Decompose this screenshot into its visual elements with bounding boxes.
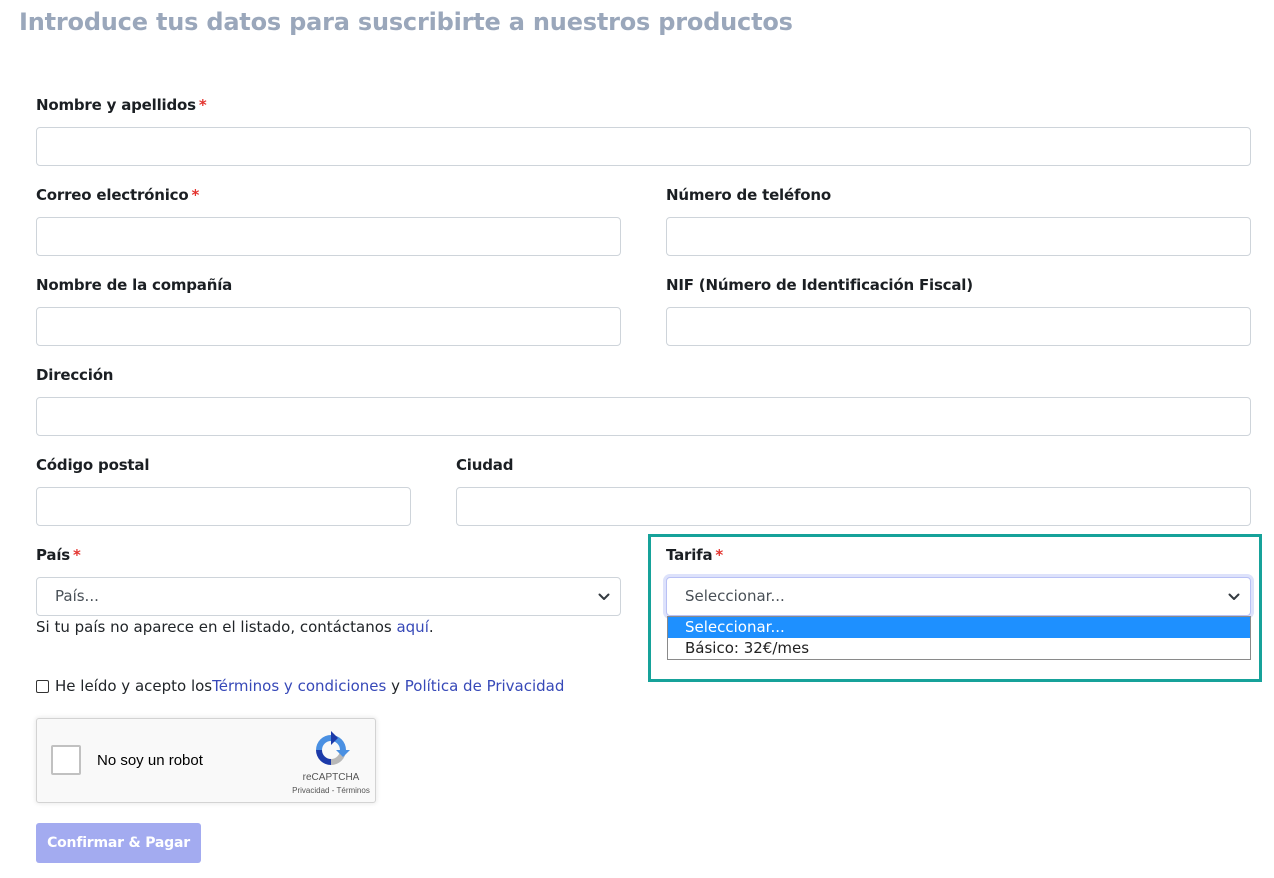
required-mark: *: [191, 186, 200, 204]
email-label-text: Correo electrónico: [36, 186, 189, 204]
terms-checkbox[interactable]: [36, 679, 49, 693]
confirm-pay-button[interactable]: Confirmar & Pagar: [36, 823, 201, 863]
terms-link[interactable]: Términos y condiciones: [212, 677, 386, 695]
required-mark: *: [198, 96, 207, 114]
required-mark: *: [72, 546, 81, 564]
plan-label-text: Tarifa: [666, 546, 713, 564]
plan-option[interactable]: Seleccionar...: [668, 617, 1250, 638]
email-label: Correo electrónico *: [36, 186, 199, 204]
recaptcha-privacy-link[interactable]: Privacidad: [292, 786, 329, 795]
chevron-down-icon: [1228, 578, 1242, 615]
plan-label: Tarifa *: [666, 546, 723, 564]
email-input[interactable]: [36, 217, 621, 256]
required-mark: *: [715, 546, 724, 564]
terms-text-before: He leído y acepto los: [55, 677, 213, 695]
country-select[interactable]: País...: [36, 577, 621, 616]
country-help-prefix: Si tu país no aparece en el listado, con…: [36, 618, 397, 636]
page-title: Introduce tus datos para suscribirte a n…: [19, 8, 793, 36]
recaptcha-label: No soy un robot: [97, 752, 203, 769]
recaptcha-brand: reCAPTCHA: [302, 772, 360, 783]
recaptcha-widget: No soy un robot reCAPTCHA Privacidad - T…: [36, 718, 376, 803]
postal-code-input[interactable]: [36, 487, 411, 526]
recaptcha-icon: [312, 731, 350, 769]
country-label-text: País: [36, 546, 70, 564]
plan-selected-value: Seleccionar...: [685, 587, 785, 605]
full-name-label-text: Nombre y apellidos: [36, 96, 196, 114]
country-label: País *: [36, 546, 81, 564]
recaptcha-checkbox[interactable]: [51, 745, 81, 775]
chevron-down-icon: [598, 578, 612, 615]
privacy-link[interactable]: Política de Privacidad: [405, 677, 565, 695]
recaptcha-legal: Privacidad - Términos: [269, 786, 393, 795]
nif-input[interactable]: [666, 307, 1251, 346]
recaptcha-terms-link[interactable]: Términos: [336, 786, 369, 795]
city-input[interactable]: [456, 487, 1251, 526]
postal-code-label: Código postal: [36, 456, 150, 474]
full-name-input[interactable]: [36, 127, 1251, 166]
city-label: Ciudad: [456, 456, 514, 474]
plan-dropdown-list: Seleccionar... Básico: 32€/mes: [667, 616, 1251, 660]
company-label: Nombre de la compañía: [36, 276, 233, 294]
country-selected-value: País...: [55, 587, 99, 605]
full-name-label: Nombre y apellidos *: [36, 96, 207, 114]
terms-row: He leído y acepto los ​Términos y condic…: [36, 677, 564, 695]
address-input[interactable]: [36, 397, 1251, 436]
country-help-text: Si tu país no aparece en el listado, con…: [36, 618, 434, 636]
company-input[interactable]: [36, 307, 621, 346]
phone-label: Número de teléfono: [666, 186, 831, 204]
contact-link[interactable]: aquí: [396, 618, 428, 636]
country-help-suffix: .: [428, 618, 434, 636]
terms-text-middle: y: [386, 677, 405, 695]
phone-input[interactable]: [666, 217, 1251, 256]
address-label: Dirección: [36, 366, 114, 384]
plan-option[interactable]: Básico: 32€/mes: [668, 638, 1250, 659]
plan-select[interactable]: Seleccionar...: [666, 577, 1251, 616]
nif-label: NIF (Número de Identificación Fiscal): [666, 276, 973, 294]
